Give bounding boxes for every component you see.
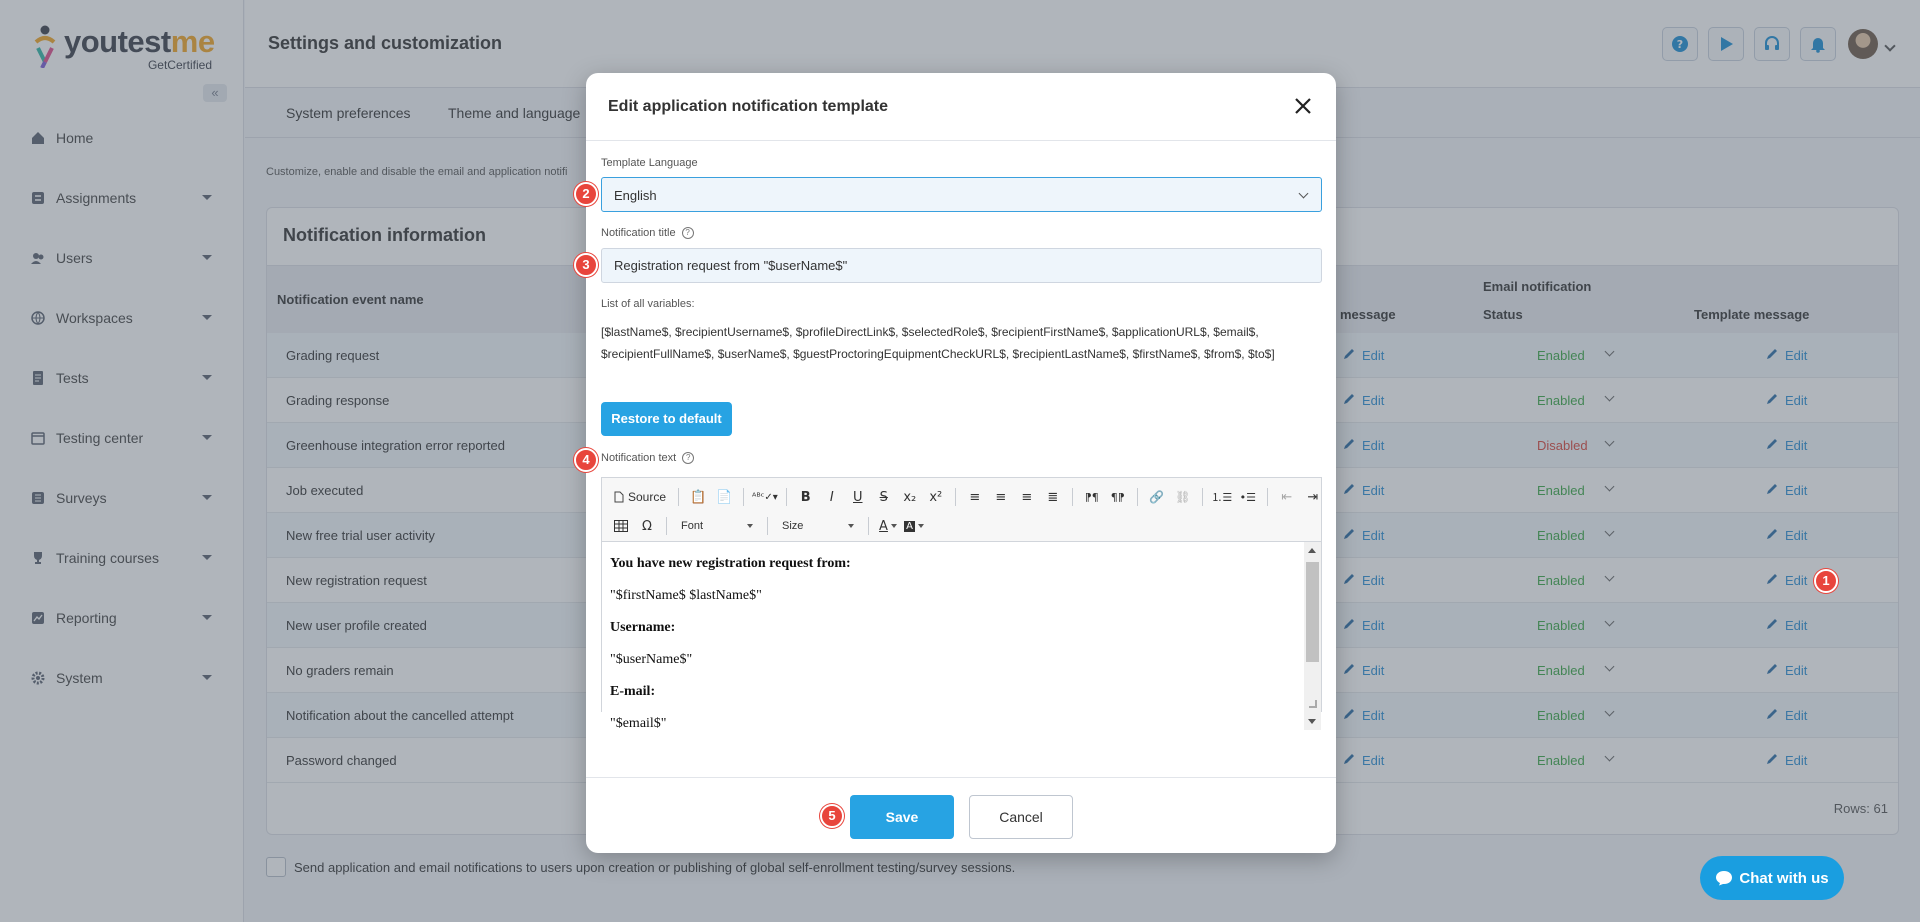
editor-paragraph: "$firstName$ $lastName$" bbox=[610, 586, 1296, 605]
toolbar-separator bbox=[678, 488, 680, 506]
underline-icon[interactable]: U bbox=[847, 486, 869, 508]
variables-label: List of all variables: bbox=[601, 298, 695, 310]
text-direction-ltr-icon[interactable]: ⁋¶ bbox=[1081, 486, 1103, 508]
source-label: Source bbox=[628, 490, 667, 504]
chat-with-us-button[interactable]: Chat with us bbox=[1700, 856, 1844, 900]
indent-icon[interactable]: ⇥ bbox=[1302, 486, 1324, 508]
document-icon bbox=[614, 491, 624, 503]
unlink-icon[interactable]: ⛓ bbox=[1172, 486, 1194, 508]
toolbar-separator bbox=[1071, 488, 1073, 506]
editor-resize-handle[interactable] bbox=[1309, 700, 1317, 708]
editor-line-text: E-mail: bbox=[610, 684, 656, 699]
chat-button-label: Chat with us bbox=[1739, 869, 1829, 887]
editor-line-text: "$userName$" bbox=[610, 652, 693, 667]
chevron-down-icon bbox=[848, 524, 854, 528]
link-icon[interactable]: 🔗 bbox=[1146, 486, 1168, 508]
modal-header: Edit application notification template bbox=[586, 73, 1336, 141]
align-justify-icon[interactable]: ≣ bbox=[1042, 486, 1064, 508]
editor-content[interactable]: You have new registration request from: "… bbox=[602, 542, 1304, 730]
toolbar-separator bbox=[743, 488, 745, 506]
template-language-value: English bbox=[614, 188, 657, 203]
notification-title-field[interactable] bbox=[601, 248, 1322, 283]
toolbar-separator bbox=[767, 517, 768, 535]
toolbar-separator bbox=[666, 517, 667, 535]
step-marker-3: 3 bbox=[574, 253, 598, 277]
editor-paragraph: Username: bbox=[610, 618, 1296, 637]
editor-line-text: "$firstName$ $lastName$" bbox=[610, 588, 762, 603]
bold-icon[interactable]: B bbox=[795, 486, 817, 508]
cancel-button[interactable]: Cancel bbox=[969, 795, 1073, 839]
editor-paragraph: E-mail: bbox=[610, 682, 1296, 701]
align-center-icon[interactable]: ≡ bbox=[990, 486, 1012, 508]
help-icon[interactable]: ? bbox=[681, 227, 694, 239]
spellcheck-icon[interactable]: ᴬᴮᶜ✓▾ bbox=[752, 486, 778, 508]
superscript-icon[interactable]: x² bbox=[925, 486, 947, 508]
source-button[interactable]: Source bbox=[610, 486, 670, 508]
save-button[interactable]: Save bbox=[850, 795, 954, 839]
size-combo-label: Size bbox=[782, 520, 804, 532]
modal-title: Edit application notification template bbox=[608, 98, 889, 115]
toolbar-separator bbox=[868, 517, 869, 535]
numbered-list-icon[interactable]: ⒈☰ bbox=[1211, 486, 1233, 508]
step-marker-5: 5 bbox=[820, 804, 844, 828]
editor-paragraph: "$email$" bbox=[610, 714, 1296, 730]
strikethrough-icon[interactable]: S bbox=[873, 486, 895, 508]
toolbar-separator bbox=[1266, 488, 1268, 506]
notification-text-label: Notification text ? bbox=[601, 452, 695, 464]
background-color-icon[interactable]: A bbox=[903, 515, 925, 537]
step-marker-2: 2 bbox=[574, 182, 598, 206]
paste-text-icon[interactable]: 📄 bbox=[713, 486, 735, 508]
align-left-icon[interactable]: ≡ bbox=[964, 486, 986, 508]
template-language-select[interactable]: English bbox=[601, 177, 1322, 212]
size-combo[interactable]: Size bbox=[776, 516, 860, 536]
font-combo-label: Font bbox=[681, 520, 704, 532]
editor-paragraph: "$userName$" bbox=[610, 650, 1296, 669]
align-right-icon[interactable]: ≡ bbox=[1016, 486, 1038, 508]
step-marker-4: 4 bbox=[574, 448, 598, 472]
edit-template-modal: Edit application notification template T… bbox=[586, 73, 1336, 853]
chevron-down-icon bbox=[1298, 188, 1309, 199]
scrollbar-thumb[interactable] bbox=[1306, 562, 1319, 662]
editor-line-text: You have new registration request from: bbox=[610, 556, 851, 571]
chat-bubble-icon bbox=[1716, 871, 1733, 886]
italic-icon[interactable]: I bbox=[821, 486, 843, 508]
toolbar-separator bbox=[785, 488, 787, 506]
text-color-icon[interactable]: A bbox=[877, 515, 899, 537]
table-icon[interactable] bbox=[610, 515, 632, 537]
editor-line-text: "$email$" bbox=[610, 716, 667, 730]
variables-list: [$lastName$, $recipientUsername$, $profi… bbox=[601, 325, 1275, 361]
toolbar-separator bbox=[954, 488, 956, 506]
scroll-up-icon[interactable] bbox=[1308, 548, 1316, 553]
notification-title-input[interactable] bbox=[602, 249, 1321, 282]
toolbar-row-2: Ω Font Size A A bbox=[610, 513, 925, 539]
step-marker-1: 1 bbox=[1814, 569, 1838, 593]
close-icon[interactable] bbox=[1292, 95, 1314, 117]
editor-toolbar: Source 📋 📄 ᴬᴮᶜ✓▾ B I U S x₂ x² ≡ ≡ ≡ ≣ ⁋… bbox=[602, 478, 1321, 542]
special-character-icon[interactable]: Ω bbox=[636, 515, 658, 537]
editor-paragraph: You have new registration request from: bbox=[610, 554, 1296, 573]
outdent-icon[interactable]: ⇤ bbox=[1276, 486, 1298, 508]
notification-title-label: Notification title ? bbox=[601, 227, 694, 239]
subscript-icon[interactable]: x₂ bbox=[899, 486, 921, 508]
restore-to-default-button[interactable]: Restore to default bbox=[601, 402, 732, 436]
paste-icon[interactable]: 📋 bbox=[687, 486, 709, 508]
editor-line-text: Username: bbox=[610, 620, 676, 635]
toolbar-row-1: Source 📋 📄 ᴬᴮᶜ✓▾ B I U S x₂ x² ≡ ≡ ≡ ≣ ⁋… bbox=[610, 484, 1324, 510]
bulleted-list-icon[interactable]: •☰ bbox=[1237, 486, 1259, 508]
template-language-label: Template Language bbox=[601, 157, 698, 169]
rich-text-editor: Source 📋 📄 ᴬᴮᶜ✓▾ B I U S x₂ x² ≡ ≡ ≡ ≣ ⁋… bbox=[601, 477, 1322, 730]
chevron-down-icon bbox=[747, 524, 753, 528]
font-combo[interactable]: Font bbox=[675, 516, 759, 536]
help-icon[interactable]: ? bbox=[682, 452, 695, 464]
toolbar-separator bbox=[1136, 488, 1138, 506]
scroll-down-icon[interactable] bbox=[1308, 719, 1316, 724]
text-direction-rtl-icon[interactable]: ¶⁋ bbox=[1107, 486, 1129, 508]
modal-footer-divider bbox=[586, 777, 1336, 778]
toolbar-separator bbox=[1201, 488, 1203, 506]
